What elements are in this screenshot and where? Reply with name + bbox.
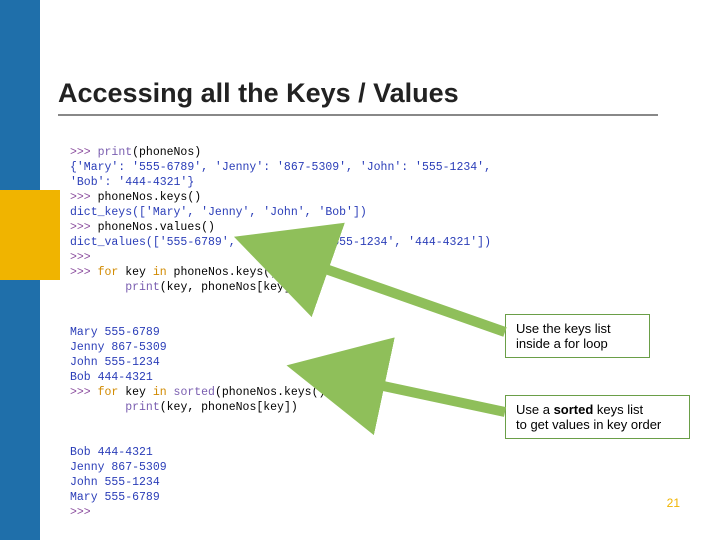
code-output: Bob 444-4321 [70, 446, 153, 459]
code-output: John 555-1234 [70, 476, 160, 489]
code-output: Mary 555-6789 [70, 491, 160, 504]
prompt: >>> [70, 266, 98, 279]
code-output: dict_values(['555-6789', '867-5309', '55… [70, 236, 491, 249]
page-title: Accessing all the Keys / Values [58, 78, 459, 109]
code-output: Jenny 867-5309 [70, 341, 167, 354]
code-text: (key, phoneNos[key]) [160, 281, 298, 294]
code-output: dict_keys(['Mary', 'Jenny', 'John', 'Bob… [70, 206, 367, 219]
code-kw: for [98, 386, 126, 399]
code-text: phoneNos.keys() [98, 191, 202, 204]
code-text: phoneNos.keys(): [174, 266, 284, 279]
code-kw: in [153, 266, 174, 279]
code-kw: in [153, 386, 174, 399]
code-output: Jenny 867-5309 [70, 461, 167, 474]
prompt: >>> [70, 221, 98, 234]
prompt: >>> [70, 386, 98, 399]
code-text: (phoneNos.keys()): [215, 386, 339, 399]
prompt: >>> [70, 146, 98, 159]
prompt: >>> [70, 506, 98, 519]
code-indent [70, 281, 125, 294]
callout-text: inside a for loop [516, 336, 639, 351]
code-text: key [125, 266, 153, 279]
code-text: (key, phoneNos[key]) [160, 401, 298, 414]
code-text: phoneNos.values() [98, 221, 215, 234]
code-output: {'Mary': '555-6789', 'Jenny': '867-5309'… [70, 161, 491, 174]
code-listing: >>> print(phoneNos) {'Mary': '555-6789',… [70, 130, 570, 520]
sidebar-yellow-block [0, 190, 60, 280]
code-fn: print [125, 281, 160, 294]
code-fn: print [98, 146, 133, 159]
code-kw: for [98, 266, 126, 279]
callout-keys-for-loop: Use the keys list inside a for loop [505, 314, 650, 358]
prompt: >>> [70, 191, 98, 204]
code-indent [70, 401, 125, 414]
code-output: Mary 555-6789 [70, 326, 160, 339]
callout-sorted-keys: Use a sorted keys list to get values in … [505, 395, 690, 439]
code-fn: print [125, 401, 160, 414]
code-output: John 555-1234 [70, 356, 160, 369]
callout-text: to get values in key order [516, 417, 679, 432]
code-text: key [125, 386, 153, 399]
page-number: 21 [667, 496, 680, 510]
code-output: 'Bob': '444-4321'} [70, 176, 194, 189]
title-underline [58, 114, 658, 116]
callout-text: Use a sorted keys list [516, 402, 679, 417]
code-text: (phoneNos) [132, 146, 201, 159]
callout-text: Use the keys list [516, 321, 639, 336]
code-fn: sorted [174, 386, 215, 399]
prompt: >>> [70, 251, 98, 264]
code-output: Bob 444-4321 [70, 371, 153, 384]
